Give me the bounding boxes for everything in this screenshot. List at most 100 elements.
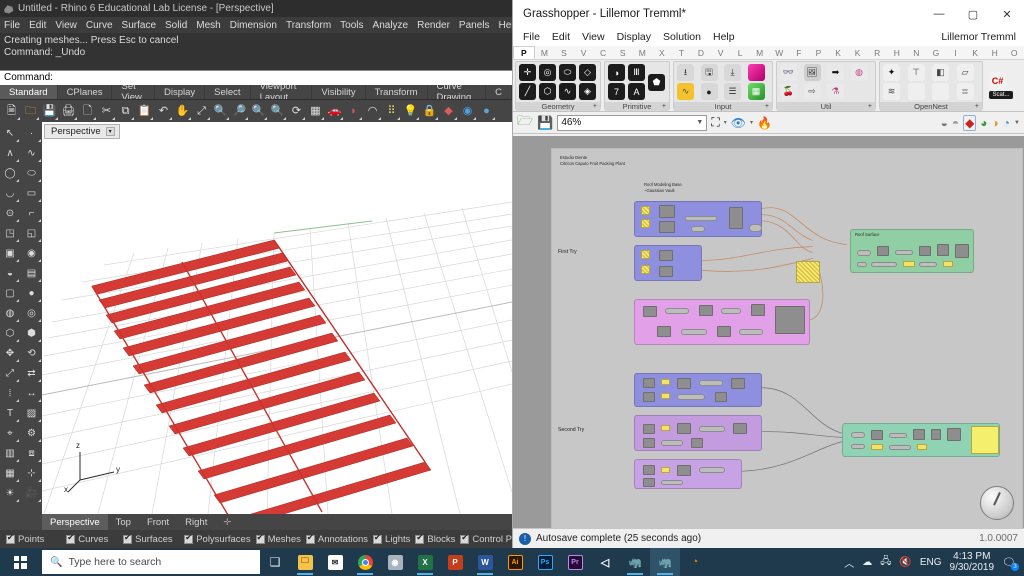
param-node[interactable]: [889, 433, 907, 438]
roof-surface-group[interactable]: Roof Surface: [850, 229, 974, 273]
taskbar-rhino-app[interactable]: 🦏: [620, 548, 650, 576]
import-icon[interactable]: ⭳: [677, 64, 694, 81]
analyze-icon[interactable]: ⌖: [0, 424, 20, 443]
first-try-magenta-group[interactable]: [634, 299, 810, 345]
chevron-down-icon[interactable]: ▼: [696, 119, 703, 126]
render-preview-icon[interactable]: ◗: [345, 103, 362, 120]
grid-icon[interactable]: ▦: [0, 464, 20, 483]
param-node[interactable]: [699, 467, 725, 473]
param-node[interactable]: [699, 426, 725, 432]
gh-menu-solution[interactable]: Solution: [663, 31, 701, 43]
snap-icon[interactable]: ⊹: [22, 464, 42, 483]
taskbar-excel[interactable]: X: [410, 548, 440, 576]
array-icon[interactable]: ⦙: [0, 384, 20, 403]
gh-tab-0[interactable]: P: [513, 46, 535, 59]
taskbar-unity[interactable]: ◁: [590, 548, 620, 576]
standalone-hatch-panel[interactable]: [796, 261, 820, 283]
undo-icon[interactable]: ↶: [155, 103, 172, 120]
bake-icon[interactable]: 🔥: [757, 116, 772, 130]
canvas-sheet[interactable]: Estudio Diente Citricos Caputo Fruit Pac…: [551, 148, 1023, 528]
rhino-menu-render[interactable]: Render: [417, 20, 450, 31]
zoom-level-select[interactable]: 46% ▼: [557, 115, 707, 131]
ellipse-icon[interactable]: ⬭: [22, 164, 42, 183]
param-node[interactable]: [749, 224, 762, 232]
light-side-icon[interactable]: ☀: [0, 484, 20, 503]
rhino-menu-panels[interactable]: Panels: [459, 20, 490, 31]
component-node[interactable]: [691, 438, 703, 448]
preview-transparent-icon[interactable]: ◔: [1003, 116, 1010, 130]
viewport-tab-perspective[interactable]: Perspective: [42, 514, 108, 530]
gh-tab-1[interactable]: M: [535, 46, 555, 59]
gh-tab-6[interactable]: M: [632, 46, 652, 59]
gradient-icon[interactable]: [748, 64, 765, 81]
close-icon[interactable]: ✕: [990, 0, 1024, 28]
number-icon[interactable]: 7: [608, 83, 625, 100]
sphere-icon[interactable]: ●: [701, 83, 718, 100]
tee-icon[interactable]: ⊤: [908, 64, 925, 81]
polygon-icon[interactable]: ⬡: [539, 83, 556, 100]
circle-icon[interactable]: ◎: [539, 64, 556, 81]
component-node[interactable]: [677, 423, 691, 434]
filter-annotations[interactable]: Annotations: [306, 534, 368, 545]
shade-off-icon[interactable]: ◒: [941, 116, 948, 130]
component-node[interactable]: [659, 205, 675, 218]
viewport-tab-top[interactable]: Top: [108, 514, 139, 530]
image-icon[interactable]: 🖼: [804, 64, 821, 81]
param-node[interactable]: [691, 226, 705, 232]
nest-icon[interactable]: ✦: [883, 64, 900, 81]
gh-tab-16[interactable]: K: [828, 46, 848, 59]
component-node[interactable]: [731, 378, 745, 389]
brep-icon[interactable]: ⬟: [648, 74, 665, 91]
surface-loft-icon[interactable]: ◱: [22, 224, 42, 243]
component-node[interactable]: [913, 429, 925, 440]
taskbar-premiere[interactable]: Pr: [560, 548, 590, 576]
extrude-icon[interactable]: ▣: [0, 244, 20, 263]
taskbar-file-explorer[interactable]: 🗀: [290, 548, 320, 576]
rhino-tab-cplanes[interactable]: CPlanes: [58, 85, 113, 99]
param-node[interactable]: [919, 262, 937, 267]
arc-icon[interactable]: ◡: [0, 184, 20, 203]
save-icon[interactable]: 💾: [537, 115, 553, 131]
gh-tab-19[interactable]: H: [887, 46, 907, 59]
component-node[interactable]: [643, 378, 655, 388]
line-icon[interactable]: ╱: [519, 83, 536, 100]
boolean-icon[interactable]: ◑: [608, 64, 625, 81]
transform-move-icon[interactable]: ✥: [0, 344, 20, 363]
component-node[interactable]: [659, 250, 673, 261]
color-wheel-icon[interactable]: ◉: [459, 103, 476, 120]
glasses-icon[interactable]: 👓: [780, 64, 797, 81]
viewport-tab-right[interactable]: Right: [177, 514, 215, 530]
rhino-tab-set-view[interactable]: Set View: [112, 85, 155, 99]
component-node[interactable]: [715, 392, 727, 402]
taskbar-blender[interactable]: ◔: [680, 548, 710, 576]
copy-icon[interactable]: ⧉: [117, 103, 134, 120]
circle-icon[interactable]: ◯: [0, 164, 20, 183]
shade-solid-icon[interactable]: ◆: [963, 115, 976, 131]
param-node[interactable]: [661, 480, 683, 485]
component-node[interactable]: [877, 246, 889, 256]
rhino-tab-more[interactable]: C: [486, 85, 512, 99]
gh-tab-4[interactable]: C: [593, 46, 613, 59]
transform-scale-icon[interactable]: ⤢: [0, 364, 20, 383]
rhino-menu-tools[interactable]: Tools: [340, 20, 363, 31]
group-expand-icon[interactable]: +: [593, 103, 597, 110]
component-node[interactable]: [717, 326, 731, 337]
param-node[interactable]: [739, 329, 763, 335]
toggle-hatch[interactable]: [641, 265, 650, 274]
filter-surfaces[interactable]: Surfaces: [123, 534, 184, 545]
rhino-tab-visibility[interactable]: Visibility: [312, 85, 365, 99]
taskbar-illustrator[interactable]: Ai: [500, 548, 530, 576]
maximize-icon[interactable]: ▢: [956, 0, 990, 28]
result-toggle-node[interactable]: [971, 426, 999, 454]
lock-icon[interactable]: 🔒: [421, 103, 438, 120]
mesh-icon[interactable]: ⬡: [0, 324, 20, 343]
toggle-hatch[interactable]: [641, 206, 650, 215]
chevron-up-icon[interactable]: ︿: [844, 555, 854, 570]
preview-shaded-icon[interactable]: ◑: [992, 116, 999, 130]
block-icon[interactable]: ▥: [0, 444, 20, 463]
second-try-group-b[interactable]: [634, 415, 762, 451]
rhino-menu-surface[interactable]: Surface: [122, 20, 156, 31]
gh-tab-10[interactable]: V: [711, 46, 731, 59]
gh-menu-view[interactable]: View: [582, 31, 605, 43]
onedrive-icon[interactable]: ☁: [862, 557, 872, 568]
